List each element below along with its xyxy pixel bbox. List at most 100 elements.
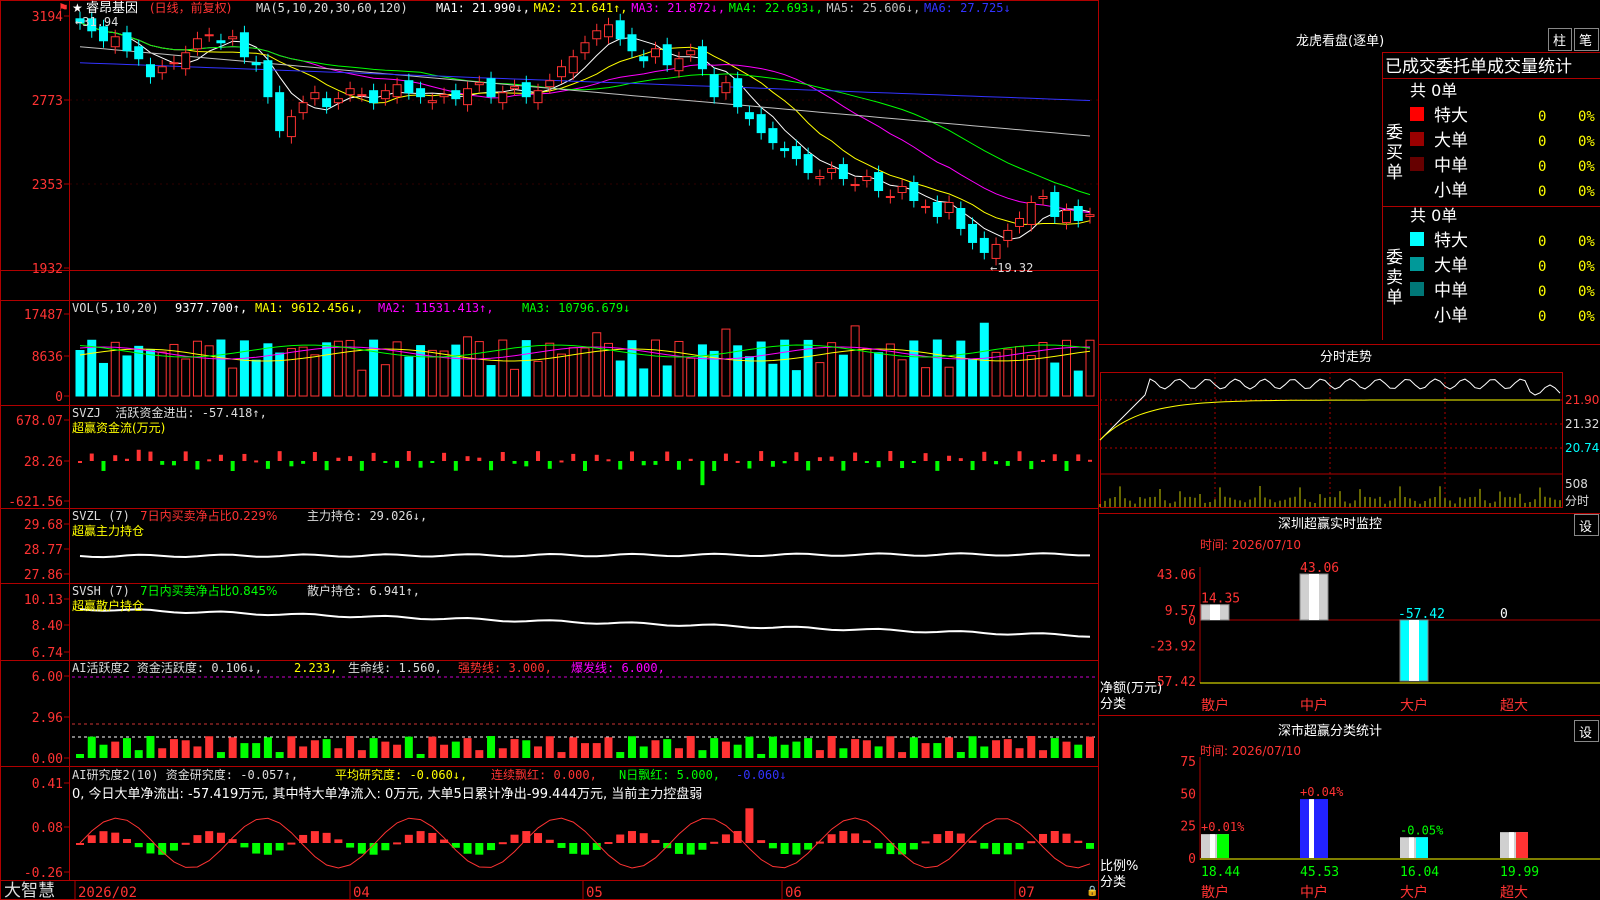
volume-bar bbox=[98, 362, 108, 397]
volume-bar bbox=[286, 348, 296, 397]
activity-bar bbox=[686, 736, 695, 758]
candle-body bbox=[392, 84, 402, 98]
flow-bar bbox=[982, 451, 987, 461]
flow-bar bbox=[195, 461, 200, 470]
act-lifeline: 生命线: 1.560, bbox=[348, 660, 442, 675]
flow-bar bbox=[547, 461, 552, 469]
volume-bar bbox=[721, 328, 731, 397]
volume-bar bbox=[956, 340, 966, 397]
research-bar bbox=[909, 843, 918, 850]
order-color-swatch bbox=[1410, 107, 1424, 121]
flow-bar bbox=[829, 456, 834, 461]
y-tick-label: 8.40 bbox=[32, 619, 63, 634]
research-bar bbox=[651, 839, 660, 843]
activity-bar bbox=[334, 748, 343, 758]
order-pct: 0% bbox=[1578, 259, 1595, 275]
activity-bar bbox=[886, 736, 895, 758]
order-count: 0 bbox=[1538, 109, 1546, 125]
ma-legend: MA1: 21.990↓, MA2: 21.641↑, MA3: 21.872↓, M… bbox=[436, 1, 1011, 15]
research-bar bbox=[569, 843, 578, 854]
flow-bar bbox=[395, 461, 400, 468]
svsh-line bbox=[79, 608, 1091, 638]
research-bar bbox=[851, 833, 860, 843]
monitor-value-label: 43.06 bbox=[1300, 561, 1339, 576]
tab-orders[interactable]: 委托单 bbox=[1436, 57, 1487, 77]
volume-bar bbox=[521, 340, 531, 397]
activity-bar bbox=[169, 739, 178, 758]
flow-bar bbox=[1041, 459, 1046, 462]
activity-bar bbox=[299, 746, 308, 758]
activity-bar bbox=[545, 736, 554, 758]
flow-bar bbox=[583, 461, 587, 471]
flow-bar bbox=[712, 461, 717, 471]
research-bar bbox=[557, 843, 566, 848]
activity-bar bbox=[76, 754, 84, 758]
activity-bar bbox=[134, 750, 143, 758]
volume-bar bbox=[122, 355, 132, 397]
volume-bar bbox=[639, 368, 649, 397]
volume-bar bbox=[815, 362, 825, 397]
stock-name[interactable]: 睿昂基因 bbox=[86, 1, 138, 16]
x-axis: 大智慧 2026/02 04 05 06 07 🔒 bbox=[4, 881, 1098, 900]
monitor-value-label: 0 bbox=[1500, 607, 1508, 622]
flag-icon[interactable]: ⚑ bbox=[58, 1, 69, 15]
candle-body bbox=[275, 92, 285, 132]
y-tick-label: 678.07 bbox=[16, 414, 63, 429]
activity-bar bbox=[346, 736, 355, 758]
activity-bar bbox=[99, 744, 108, 758]
x-axis-label: 06 bbox=[785, 885, 802, 900]
ma-legend-item: MA2: 21.641↑, bbox=[534, 1, 628, 15]
candle-body bbox=[956, 207, 966, 229]
flow-bar bbox=[124, 458, 129, 461]
activity-bar bbox=[956, 752, 965, 758]
activity-bar bbox=[451, 741, 460, 758]
vol-value: 9377.700↑, bbox=[175, 301, 247, 315]
flow-bar bbox=[536, 451, 541, 461]
candle-body bbox=[322, 98, 332, 108]
research-bar bbox=[216, 832, 225, 843]
tab-volume-stats[interactable]: 成交量统计 bbox=[1487, 57, 1572, 77]
activity-bar bbox=[992, 740, 1001, 758]
order-count: 0 bbox=[1538, 234, 1546, 250]
candle-body bbox=[627, 34, 637, 52]
tab-filled[interactable]: 已成交 bbox=[1385, 57, 1436, 77]
monitor-category: 散户 bbox=[1201, 697, 1229, 714]
activity-bar bbox=[721, 741, 730, 758]
act-burstline: 爆发线: 6.000, bbox=[571, 660, 665, 675]
activity-bar bbox=[898, 752, 907, 758]
research-bar bbox=[76, 843, 84, 845]
intraday-vol-max: 508 bbox=[1565, 477, 1588, 491]
activity-bars bbox=[76, 736, 1094, 758]
activity-bar bbox=[804, 738, 813, 758]
research-bar bbox=[193, 835, 202, 843]
flow-bar bbox=[301, 461, 306, 464]
order-count: 0 bbox=[1538, 309, 1546, 325]
dragon-tiger-title: 龙虎看盘(逐单) bbox=[1296, 33, 1384, 49]
research-bar bbox=[1027, 841, 1036, 844]
activity-bar bbox=[909, 737, 918, 758]
activity-bar bbox=[1003, 739, 1012, 758]
flow-bar bbox=[465, 456, 470, 461]
svzl-ratio: 7日内买卖净占比0.229% bbox=[140, 508, 277, 523]
candle-body bbox=[1003, 229, 1013, 241]
activity-bar bbox=[522, 740, 531, 758]
activity-bar bbox=[534, 746, 543, 758]
intraday-tick-high: 21.90 bbox=[1565, 393, 1599, 407]
candle-body bbox=[1062, 209, 1072, 223]
candle-body bbox=[639, 56, 649, 62]
flow-bar bbox=[876, 461, 881, 468]
candle-body bbox=[874, 172, 884, 192]
activity-bar bbox=[592, 743, 601, 758]
research-bar bbox=[874, 843, 883, 849]
flow-bar bbox=[89, 453, 94, 461]
stock-period[interactable]: (日线，前复权) bbox=[150, 0, 231, 15]
lock-icon[interactable]: 🔒 bbox=[1086, 885, 1098, 897]
candle-body bbox=[228, 36, 238, 40]
candle-body bbox=[263, 60, 273, 98]
candle-body bbox=[463, 88, 473, 106]
candle-body bbox=[369, 90, 379, 104]
flow-bar bbox=[770, 461, 775, 467]
volume-bar bbox=[827, 342, 837, 397]
activity-bar bbox=[440, 744, 449, 758]
classify-category: 超大 bbox=[1500, 885, 1528, 900]
